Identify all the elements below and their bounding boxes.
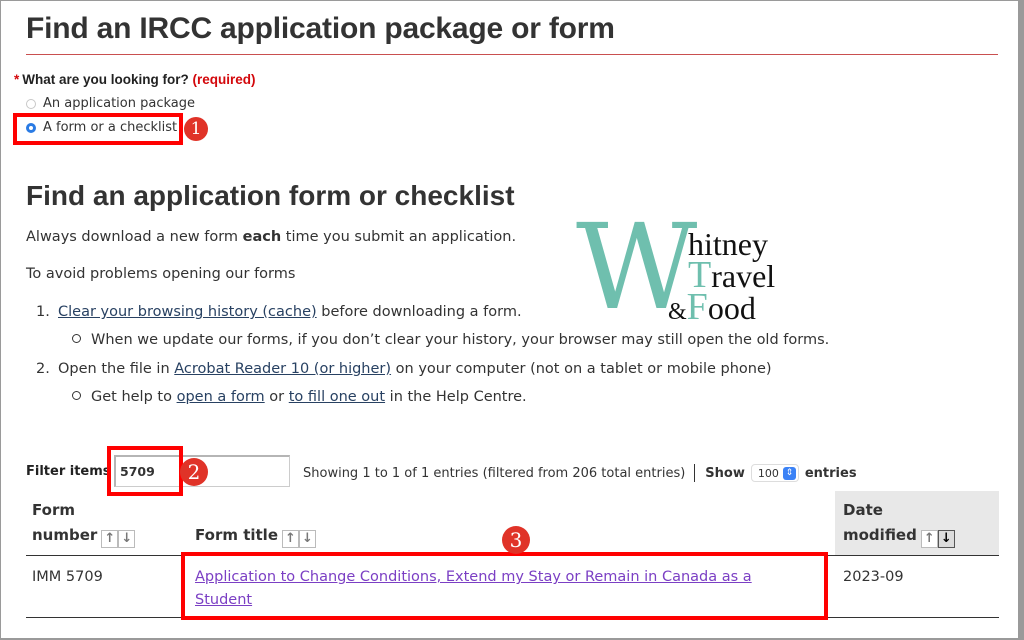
step-2-sub: Get help to open a form or to fill one o… — [72, 389, 527, 405]
step-sub-text: in the Help Centre. — [385, 389, 527, 405]
step-sub-text: or — [264, 389, 289, 405]
cell-date-modified: 2023-09 — [843, 569, 904, 585]
radio-application-package[interactable]: An application package — [26, 96, 195, 111]
radio-label: An application package — [43, 96, 195, 111]
sort-controls: ↑ ↓ — [920, 529, 955, 548]
cell-form-number: IMM 5709 — [32, 569, 103, 585]
annotation-highlight-3 — [181, 552, 828, 620]
acrobat-reader-link[interactable]: Acrobat Reader 10 (or higher) — [174, 361, 391, 377]
entries-summary: Showing 1 to 1 of 1 entries (filtered fr… — [303, 464, 857, 482]
header-text: Form title — [195, 526, 278, 544]
step-1: 1. Clear your browsing history (cache) be… — [36, 304, 522, 320]
step-sub-text: When we update our forms, if you don’t c… — [91, 332, 830, 348]
header-text: Form — [32, 501, 75, 519]
select-chevron-icon: ⇕ — [782, 466, 796, 480]
required-asterisk: * — [14, 72, 20, 87]
header-text: number — [32, 526, 98, 544]
annotation-badge-2: 2 — [180, 458, 208, 486]
intro-text: Always download a new form each time you… — [26, 229, 516, 245]
sort-up-icon[interactable]: ↑ — [282, 529, 299, 548]
step-1-sub: When we update our forms, if you don’t c… — [72, 332, 829, 348]
sort-down-icon[interactable]: ↓ — [118, 529, 136, 548]
page-size-value: 100 — [757, 466, 779, 480]
header-form-number[interactable]: Form number ↑ ↓ — [32, 498, 136, 548]
step-sub-text: Get help to — [91, 389, 177, 405]
header-text: Date — [843, 501, 883, 519]
step-number: 2. — [36, 361, 50, 377]
logo-line-3: &Food — [668, 288, 756, 326]
sort-down-icon[interactable]: ↓ — [299, 529, 316, 548]
step-text: before downloading a form. — [316, 304, 522, 320]
intro-text-part: Always download a new form — [26, 229, 243, 245]
sort-down-icon-active[interactable]: ↓ — [937, 529, 955, 548]
question-label: * What are you looking for? (required) — [14, 72, 256, 87]
open-a-form-link[interactable]: open a form — [177, 389, 265, 405]
intro-emphasis: each — [242, 229, 282, 245]
annotation-highlight-2 — [107, 446, 183, 496]
header-text: modified — [843, 526, 917, 544]
title-divider — [26, 54, 998, 55]
required-text: (required) — [192, 72, 256, 87]
intro-text-part: time you submit an application. — [281, 229, 517, 245]
page-size-select[interactable]: 100 ⇕ — [750, 464, 799, 482]
logo-cap: F — [686, 286, 708, 328]
radio-button[interactable] — [26, 98, 36, 109]
step-text: on your computer (not on a tablet or mob… — [391, 361, 772, 377]
sort-up-icon[interactable]: ↑ — [101, 529, 119, 548]
logo-ampersand: & — [668, 299, 687, 325]
bullet-icon — [72, 391, 81, 400]
showing-text: Showing 1 to 1 of 1 entries (filtered fr… — [303, 465, 686, 481]
sort-up-icon[interactable]: ↑ — [920, 529, 938, 548]
bullet-icon — [72, 334, 81, 343]
section-title: Find an application form or checklist — [26, 180, 515, 211]
show-label: Show — [705, 465, 745, 481]
step-number: 1. — [36, 304, 50, 320]
avoid-problems-text: To avoid problems opening our forms — [26, 266, 296, 282]
header-date-modified[interactable]: Date modified ↑ ↓ — [843, 498, 955, 548]
fill-one-out-link[interactable]: to fill one out — [289, 389, 385, 405]
sort-controls: ↑ ↓ — [101, 529, 136, 548]
header-form-title[interactable]: Form title ↑ ↓ — [195, 523, 316, 548]
annotation-highlight-1 — [13, 113, 183, 145]
question-text: What are you looking for? — [22, 72, 189, 87]
annotation-badge-1: 1 — [184, 117, 208, 141]
watermark-logo: W hitney Travel &Food — [576, 208, 806, 328]
annotation-badge-3: 3 — [502, 526, 530, 554]
filter-label: Filter items — [26, 464, 111, 479]
clear-cache-link[interactable]: Clear your browsing history (cache) — [58, 304, 317, 320]
step-text: Open the file in — [58, 361, 175, 377]
separator — [694, 464, 696, 482]
sort-controls: ↑ ↓ — [282, 529, 316, 548]
page-title: Find an IRCC application package or form — [26, 12, 615, 45]
step-2: 2. Open the file in Acrobat Reader 10 (or… — [36, 361, 772, 377]
entries-label: entries — [804, 465, 857, 481]
logo-text: ood — [707, 290, 756, 326]
